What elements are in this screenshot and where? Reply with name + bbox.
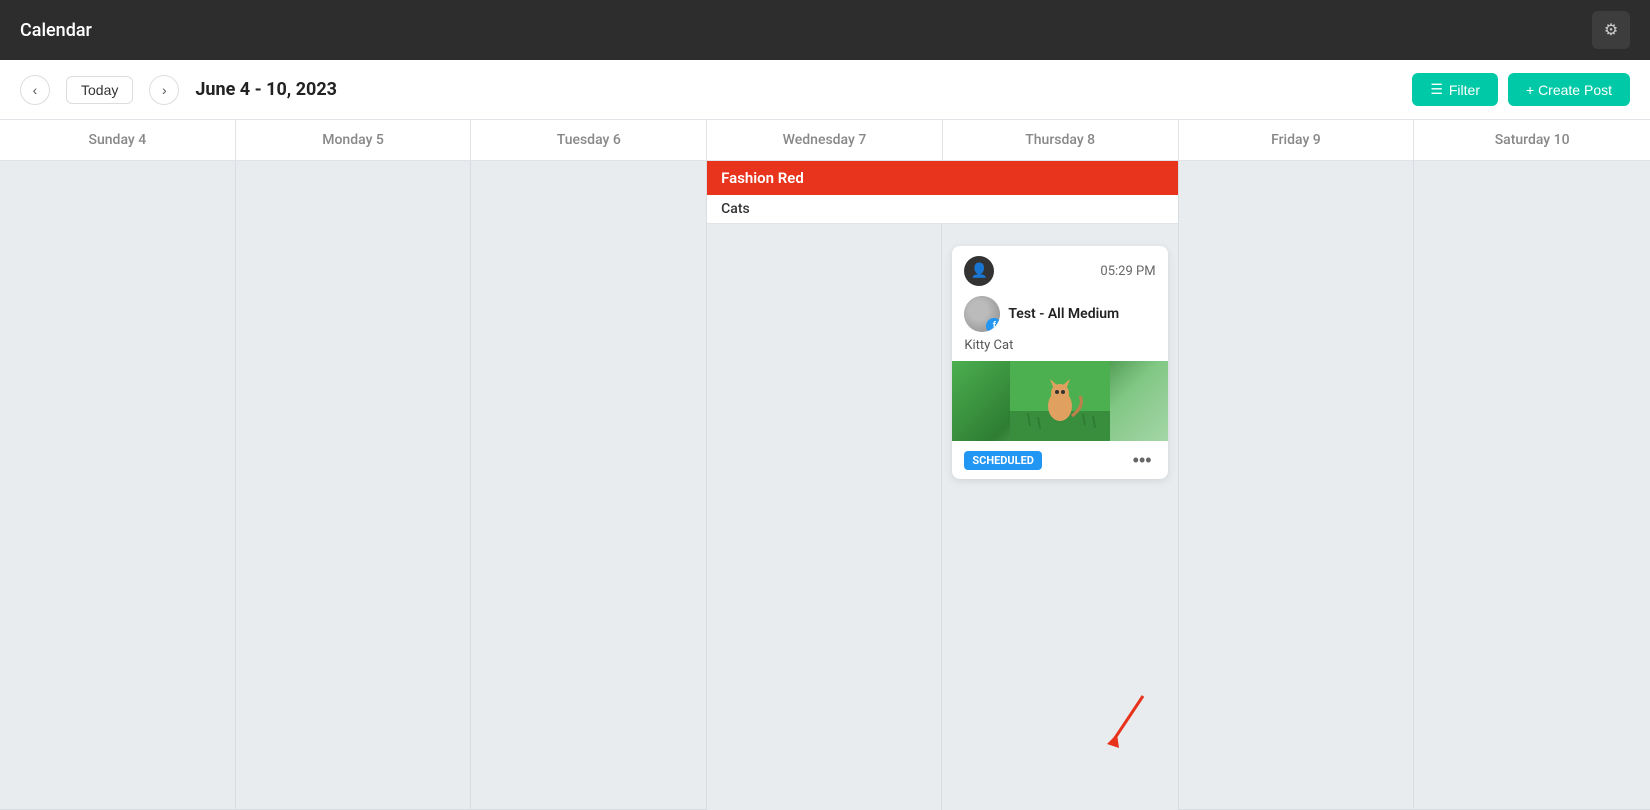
calendar-grid: Fashion Red Cats 👤 05:29 PM xyxy=(0,161,1650,810)
post-card-header: 👤 05:29 PM xyxy=(952,246,1167,292)
event-banner: Fashion Red Cats xyxy=(707,161,1177,224)
settings-button[interactable]: ⚙ xyxy=(1592,11,1630,49)
cat-svg xyxy=(1010,361,1110,441)
day-header-friday: Friday 9 xyxy=(1179,120,1415,160)
app-title: Calendar xyxy=(20,20,92,41)
day-cell-friday xyxy=(1179,161,1415,810)
more-options-button[interactable]: ••• xyxy=(1129,449,1156,471)
header-actions: ☰ Filter + Create Post xyxy=(1412,73,1630,106)
event-span-wed-thu: Fashion Red Cats 👤 05:29 PM xyxy=(707,161,1178,810)
day-header-monday: Monday 5 xyxy=(236,120,472,160)
next-week-button[interactable]: › xyxy=(149,75,179,105)
today-button[interactable]: Today xyxy=(66,76,133,104)
day-cell-sunday xyxy=(0,161,236,810)
post-user-icon: 👤 xyxy=(964,256,994,286)
filter-button[interactable]: ☰ Filter xyxy=(1412,73,1498,106)
post-time: 05:29 PM xyxy=(1100,264,1155,279)
prev-week-button[interactable]: ‹ xyxy=(20,75,50,105)
filter-label: Filter xyxy=(1449,82,1480,98)
create-post-button[interactable]: + Create Post xyxy=(1508,73,1630,106)
arrow-annotation xyxy=(1093,686,1153,760)
scheduled-badge: SCHEDULED xyxy=(964,451,1042,470)
post-profile-name: Test - All Medium xyxy=(1008,306,1119,322)
day-header-saturday: Saturday 10 xyxy=(1414,120,1650,160)
profile-badge: f xyxy=(986,318,1000,332)
chevron-right-icon: › xyxy=(162,82,167,98)
day-header-tuesday: Tuesday 6 xyxy=(471,120,707,160)
day-cell-thursday: 👤 05:29 PM f Test - All Medium Kitty Cat xyxy=(942,161,1177,810)
more-icon: ••• xyxy=(1133,450,1152,470)
post-card: 👤 05:29 PM f Test - All Medium Kitty Cat xyxy=(952,246,1167,479)
top-navigation: Calendar ⚙ xyxy=(0,0,1650,60)
day-cell-monday xyxy=(236,161,472,810)
filter-icon: ☰ xyxy=(1430,81,1443,98)
post-image xyxy=(952,361,1167,441)
post-caption: Kitty Cat xyxy=(952,336,1167,361)
post-profile-row: f Test - All Medium xyxy=(952,292,1167,336)
day-header-sunday: Sunday 4 xyxy=(0,120,236,160)
arrow-svg xyxy=(1093,686,1153,756)
day-headers-row: Sunday 4 Monday 5 Tuesday 6 Wednesday 7 … xyxy=(0,120,1650,161)
user-icon: 👤 xyxy=(971,263,988,279)
day-header-thursday: Thursday 8 xyxy=(943,120,1179,160)
day-cell-saturday xyxy=(1414,161,1650,810)
gear-icon: ⚙ xyxy=(1604,20,1618,40)
avatar: f xyxy=(964,296,1000,332)
day-cell-wednesday xyxy=(707,161,942,810)
day-header-wednesday: Wednesday 7 xyxy=(707,120,943,160)
day-cell-tuesday xyxy=(471,161,707,810)
chevron-left-icon: ‹ xyxy=(33,82,38,98)
post-footer: SCHEDULED ••• xyxy=(952,441,1167,479)
fashion-red-title: Fashion Red xyxy=(707,161,1177,195)
calendar-container: Sunday 4 Monday 5 Tuesday 6 Wednesday 7 … xyxy=(0,120,1650,810)
cats-label: Cats xyxy=(707,195,1177,224)
date-range-label: June 4 - 10, 2023 xyxy=(195,79,1396,100)
calendar-subheader: ‹ Today › June 4 - 10, 2023 ☰ Filter + C… xyxy=(0,60,1650,120)
